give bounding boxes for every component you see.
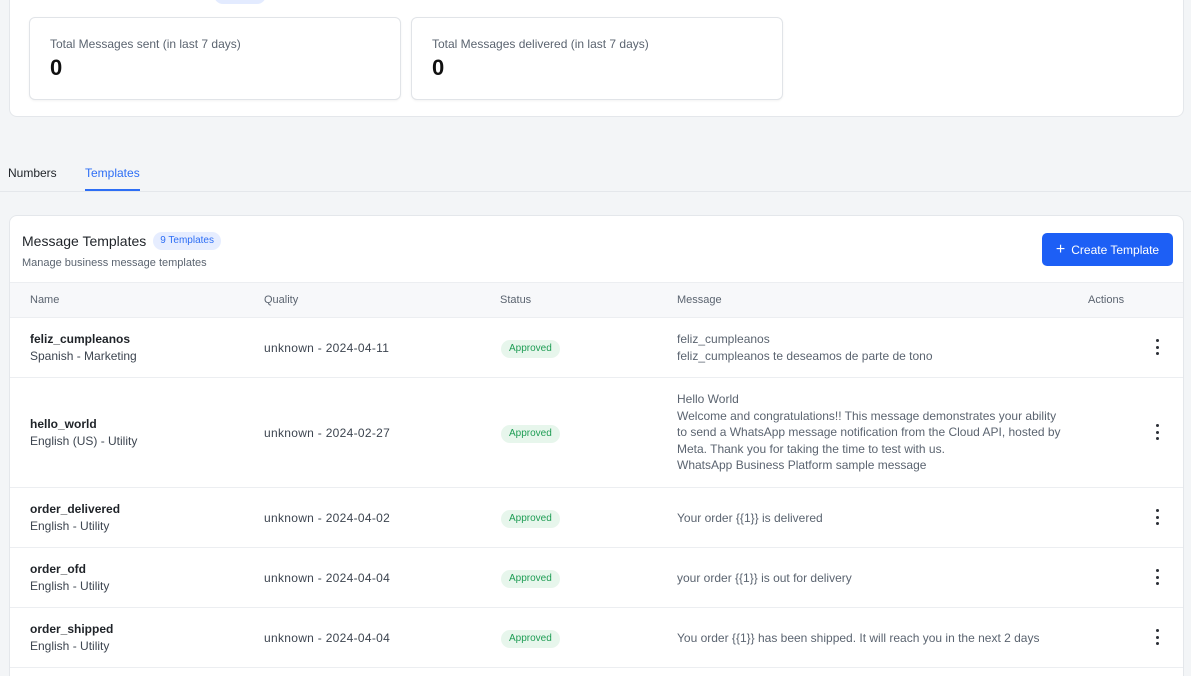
more-actions-icon[interactable] xyxy=(1151,569,1163,585)
more-actions-icon[interactable] xyxy=(1151,339,1163,355)
template-language-category: English - Utility xyxy=(30,639,110,653)
stat-sent-label: Total Messages sent (in last 7 days) xyxy=(50,37,241,51)
template-quality: unknown - 2024-04-04 xyxy=(264,571,391,585)
template-name[interactable]: hello_world xyxy=(30,417,137,432)
template-name[interactable]: order_delivered xyxy=(30,502,120,517)
more-actions-icon[interactable] xyxy=(1151,424,1163,440)
template-message: Your order {{1}} is delivered xyxy=(677,510,1067,527)
template-language-category: English - Utility xyxy=(30,579,110,593)
tab-numbers[interactable]: Numbers xyxy=(8,166,57,189)
template-quality: unknown - 2024-04-11 xyxy=(264,341,390,355)
panel-title: Message Templates xyxy=(22,233,147,249)
panel-title-row: Message Templates 9 Templates xyxy=(22,232,221,250)
message-line: Hello World xyxy=(677,392,739,406)
stat-delivered-value: 0 xyxy=(432,55,445,80)
template-name[interactable]: order_ofd xyxy=(30,562,109,577)
template-name[interactable]: feliz_cumpleanos xyxy=(30,332,137,347)
plus-icon: + xyxy=(1055,240,1066,258)
table-row: hello_world English (US) - Utility unkno… xyxy=(10,378,1183,488)
more-actions-icon[interactable] xyxy=(1151,509,1163,525)
template-name-cell: feliz_cumpleanos Spanish - Marketing xyxy=(30,332,137,364)
template-name-cell: order_shipped English - Utility xyxy=(30,622,113,654)
message-line: Your order {{1}} is delivered xyxy=(677,511,823,525)
template-name[interactable]: order_shipped xyxy=(30,622,113,637)
template-message: You order {{1}} has been shipped. It wil… xyxy=(677,630,1137,647)
status-badge: Approved xyxy=(501,340,560,358)
message-line: feliz_cumpleanos xyxy=(677,332,770,346)
column-header-actions: Actions xyxy=(1088,294,1125,306)
stat-sent-value: 0 xyxy=(50,55,63,80)
column-header-name: Name xyxy=(30,294,60,306)
create-template-label: Create Template xyxy=(1071,242,1160,257)
templates-count-badge: 9 Templates xyxy=(153,232,221,250)
message-line: your order {{1}} is out for delivery xyxy=(677,571,852,585)
table-row: order_delivered English - Utility unknow… xyxy=(10,488,1183,548)
template-message: Hello World Welcome and congratulations!… xyxy=(677,391,1067,474)
message-templates-panel: Message Templates 9 Templates Manage bus… xyxy=(9,215,1184,676)
template-language-category: English (US) - Utility xyxy=(30,434,138,448)
table-row: order_ofd English - Utility unknown - 20… xyxy=(10,548,1183,608)
message-line: feliz_cumpleanos te deseamos de parte de… xyxy=(677,348,933,363)
tab-templates[interactable]: Templates xyxy=(85,166,140,191)
status-badge: Approved xyxy=(501,630,560,648)
stat-delivered-label: Total Messages delivered (in last 7 days… xyxy=(432,37,649,51)
column-header-status: Status xyxy=(500,294,532,306)
status-badge: Approved xyxy=(501,425,560,443)
template-quality: unknown - 2024-04-02 xyxy=(264,511,391,525)
message-line: WhatsApp Business Platform sample messag… xyxy=(677,458,927,472)
column-header-quality: Quality xyxy=(264,294,299,306)
template-language-category: English - Utility xyxy=(30,519,110,533)
template-name-cell: hello_world English (US) - Utility xyxy=(30,417,137,449)
more-actions-icon[interactable] xyxy=(1151,629,1163,645)
tab-bar: Numbers Templates xyxy=(0,160,1191,192)
template-message: your order {{1}} is out for delivery xyxy=(677,570,1067,587)
template-quality: unknown - 2024-02-27 xyxy=(264,426,391,440)
table-header: Name Quality Status Message Actions xyxy=(10,282,1183,318)
status-badge: Approved xyxy=(501,570,560,588)
table-row: order_shipped English - Utility unknown … xyxy=(10,608,1183,668)
message-line: You order {{1}} has been shipped. It wil… xyxy=(677,631,1040,645)
table-row: feliz_cumpleanos Spanish - Marketing unk… xyxy=(10,318,1183,378)
status-badge: Approved xyxy=(501,510,560,528)
template-name-cell: order_delivered English - Utility xyxy=(30,502,120,534)
template-language-category: Spanish - Marketing xyxy=(30,349,137,363)
header-badge xyxy=(214,0,266,4)
template-quality: unknown - 2024-04-04 xyxy=(264,631,391,645)
message-line: Welcome and congratulations!! This messa… xyxy=(677,408,1061,456)
stat-messages-delivered: Total Messages delivered (in last 7 days… xyxy=(411,17,783,100)
stat-messages-sent: Total Messages sent (in last 7 days) 0 xyxy=(29,17,401,100)
template-message: feliz_cumpleanos feliz_cumpleanos te des… xyxy=(677,331,1067,364)
template-name-cell: order_ofd English - Utility xyxy=(30,562,109,594)
create-template-button[interactable]: + Create Template xyxy=(1042,233,1173,266)
column-header-message: Message xyxy=(677,294,722,306)
panel-subtitle: Manage business message templates xyxy=(22,257,207,269)
